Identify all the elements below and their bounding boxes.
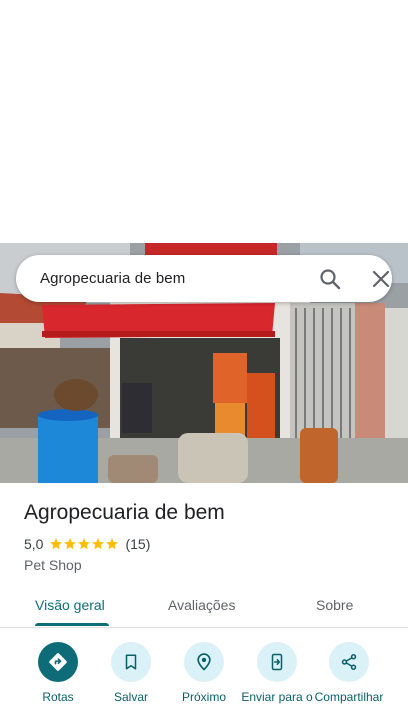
share-label: Compartilhar	[314, 690, 384, 704]
star-icon	[64, 538, 77, 550]
star-rating	[49, 537, 119, 551]
nearby-button-circle[interactable]	[184, 642, 224, 682]
share-button-circle[interactable]	[329, 642, 369, 682]
bookmark-icon	[125, 654, 137, 670]
star-icon	[78, 538, 91, 550]
nearby-label: Próximo	[181, 690, 226, 704]
tab-reviews[interactable]: Avaliações	[168, 597, 235, 613]
save-button-circle[interactable]	[111, 642, 151, 682]
tab-about[interactable]: Sobre	[316, 597, 353, 613]
review-count: (15)	[125, 536, 151, 552]
share-button[interactable]: Compartilhar	[312, 642, 386, 704]
search-bar[interactable]: Agropecuaria de bem	[16, 255, 392, 302]
rating-value: 5,0	[24, 536, 44, 552]
directions-icon	[49, 653, 67, 671]
tab-bar: Visão geral Avaliações Sobre	[0, 587, 408, 628]
send-to-phone-label: Enviar para o	[241, 690, 313, 704]
search-icon[interactable]	[318, 267, 342, 291]
tab-overview[interactable]: Visão geral	[35, 597, 105, 613]
directions-button-circle[interactable]	[38, 642, 78, 682]
place-title: Agropecuaria de bem	[24, 501, 225, 524]
share-icon	[341, 654, 357, 670]
send-to-phone-button[interactable]: Enviar para o	[240, 642, 314, 704]
nearby-button[interactable]: Próximo	[167, 642, 241, 704]
close-icon[interactable]	[369, 267, 393, 291]
save-label: Salvar	[113, 690, 148, 704]
screen: Agropecuaria de bem Agropecuaria de bem …	[0, 0, 408, 726]
save-button[interactable]: Salvar	[94, 642, 168, 704]
rating-row[interactable]: 5,0 (15)	[24, 536, 150, 552]
star-icon	[106, 538, 119, 550]
nearby-icon	[197, 653, 211, 671]
place-category: Pet Shop	[24, 557, 82, 573]
active-tab-indicator	[35, 623, 109, 626]
send-to-phone-button-circle[interactable]	[257, 642, 297, 682]
directions-button[interactable]: Rotas	[21, 642, 95, 704]
star-icon	[50, 538, 63, 550]
send-to-phone-icon	[271, 653, 283, 671]
star-icon	[92, 538, 105, 550]
directions-label: Rotas	[42, 690, 74, 704]
